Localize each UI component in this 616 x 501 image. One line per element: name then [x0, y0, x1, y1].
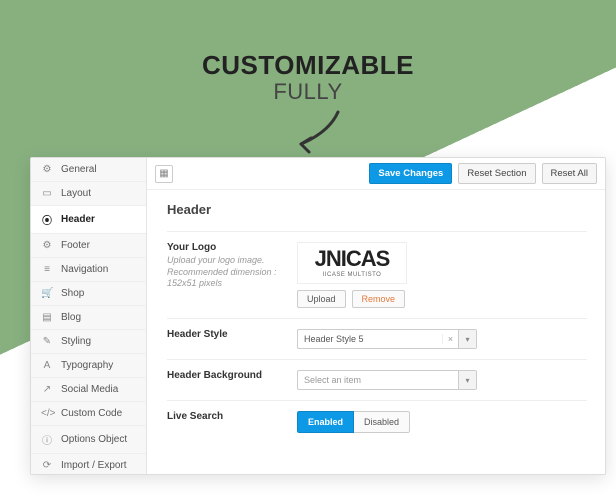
logo-preview-small: IICASE MULTISTO — [323, 272, 382, 278]
menu-icon: ≡ — [41, 264, 53, 275]
sidebar-item-styling[interactable]: ✎ Styling — [31, 330, 146, 354]
sidebar-item-label: Navigation — [61, 264, 108, 275]
sidebar-item-general[interactable]: ⚙ General — [31, 158, 146, 182]
sidebar-item-label: Blog — [61, 312, 81, 323]
sidebar-item-navigation[interactable]: ≡ Navigation — [31, 258, 146, 282]
field-hint-logo: Upload your logo image. Recommended dime… — [167, 255, 297, 290]
sidebar-item-blog[interactable]: ▤ Blog — [31, 306, 146, 330]
section-title: Header — [167, 200, 587, 217]
expand-button[interactable]: ▦ — [155, 165, 173, 183]
upload-button[interactable]: Upload — [297, 290, 346, 308]
sidebar: ⚙ General ▭ Layout ⦿ Header ⚙ Footer ≡ N… — [31, 158, 147, 474]
sidebar-item-label: Social Media — [61, 384, 118, 395]
pencil-icon: ✎ — [41, 336, 53, 347]
sidebar-item-social-media[interactable]: ↗ Social Media — [31, 378, 146, 402]
code-icon: </> — [41, 408, 53, 419]
sidebar-item-label: Custom Code — [61, 408, 122, 419]
sidebar-item-label: Layout — [61, 188, 91, 199]
header-icon: ⦿ — [41, 212, 53, 227]
field-label-logo: Your Logo — [167, 242, 297, 253]
sidebar-item-layout[interactable]: ▭ Layout — [31, 182, 146, 206]
reset-section-button[interactable]: Reset Section — [458, 163, 535, 184]
select-placeholder: Select an item — [298, 375, 458, 385]
sidebar-item-custom-code[interactable]: </> Custom Code — [31, 402, 146, 426]
main-area: ▦ Save Changes Reset Section Reset All H… — [147, 158, 605, 474]
banner-line1: CUSTOMIZABLE — [0, 50, 616, 81]
toggle-disabled[interactable]: Disabled — [354, 411, 410, 433]
field-label-header-background: Header Background — [167, 370, 297, 381]
live-search-toggle: Enabled Disabled — [297, 411, 410, 433]
row-header-style: Header Style Header Style 5 × ▾ — [167, 318, 587, 359]
topbar: ▦ Save Changes Reset Section Reset All — [147, 158, 605, 190]
remove-button[interactable]: Remove — [352, 290, 406, 308]
footer-icon: ⚙ — [41, 240, 53, 251]
sidebar-item-header[interactable]: ⦿ Header — [31, 206, 146, 234]
select-value: Header Style 5 — [298, 334, 442, 344]
sidebar-item-label: Import / Export — [61, 460, 127, 471]
row-your-logo: Your Logo Upload your logo image. Recomm… — [167, 231, 587, 318]
logo-preview-big: JNICAS — [315, 248, 390, 270]
chevron-down-icon[interactable]: ▾ — [458, 371, 476, 389]
sidebar-item-options-object[interactable]: ⓘ Options Object — [31, 426, 146, 454]
toggle-enabled[interactable]: Enabled — [297, 411, 354, 433]
sidebar-item-label: Typography — [61, 360, 113, 371]
field-label-header-style: Header Style — [167, 329, 297, 340]
options-panel: ⚙ General ▭ Layout ⦿ Header ⚙ Footer ≡ N… — [30, 157, 606, 475]
reset-all-button[interactable]: Reset All — [542, 163, 598, 184]
sidebar-item-label: Styling — [61, 336, 91, 347]
sidebar-item-label: General — [61, 164, 97, 175]
sidebar-item-typography[interactable]: A Typography — [31, 354, 146, 378]
clear-icon[interactable]: × — [442, 334, 458, 344]
info-icon: ⓘ — [41, 432, 53, 447]
sidebar-item-shop[interactable]: 🛒 Shop — [31, 282, 146, 306]
content: Header Your Logo Upload your logo image.… — [147, 190, 605, 474]
cart-icon: 🛒 — [41, 288, 53, 299]
header-background-select[interactable]: Select an item ▾ — [297, 370, 477, 390]
sidebar-item-label: Options Object — [61, 434, 127, 445]
sidebar-item-footer[interactable]: ⚙ Footer — [31, 234, 146, 258]
font-icon: A — [41, 360, 53, 371]
gear-icon: ⚙ — [41, 164, 53, 175]
banner-title: CUSTOMIZABLE FULLY — [0, 50, 616, 105]
sidebar-item-label: Footer — [61, 240, 90, 251]
blog-icon: ▤ — [41, 312, 53, 323]
expand-icon: ▦ — [159, 168, 168, 179]
row-live-search: Live Search Enabled Disabled — [167, 400, 587, 443]
sidebar-item-import-export[interactable]: ⟳ Import / Export — [31, 454, 146, 475]
logo-preview: JNICAS IICASE MULTISTO — [297, 242, 407, 284]
refresh-icon: ⟳ — [41, 460, 53, 471]
chevron-down-icon[interactable]: ▾ — [458, 330, 476, 348]
field-label-live-search: Live Search — [167, 411, 297, 422]
sidebar-item-label: Header — [61, 214, 95, 225]
header-style-select[interactable]: Header Style 5 × ▾ — [297, 329, 477, 349]
row-header-background: Header Background Select an item ▾ — [167, 359, 587, 400]
share-icon: ↗ — [41, 384, 53, 395]
banner-line2: FULLY — [0, 79, 616, 105]
sidebar-item-label: Shop — [61, 288, 84, 299]
arrow-illustration — [293, 110, 353, 160]
layout-icon: ▭ — [41, 188, 53, 199]
save-changes-button[interactable]: Save Changes — [369, 163, 452, 184]
